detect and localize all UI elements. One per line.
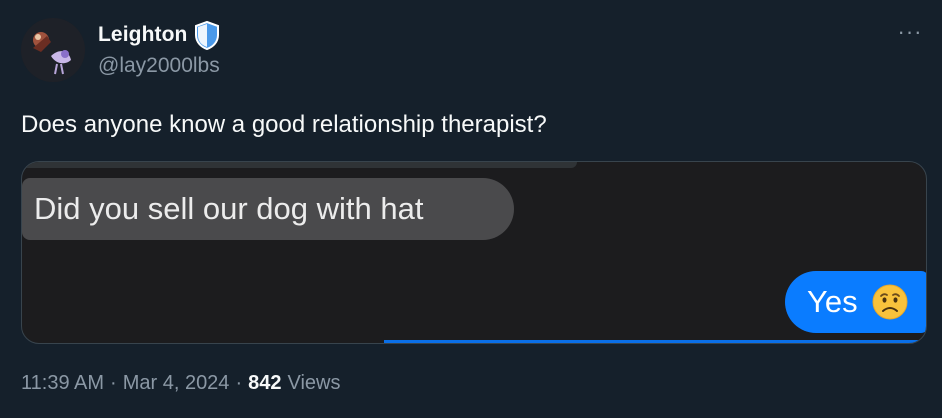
display-name[interactable]: Leighton (98, 23, 187, 47)
tweet-container: Leighton @lay2000lbs ··· Does anyone kno… (0, 0, 942, 418)
tweet-time[interactable]: 11:39 AM (21, 372, 104, 395)
media-bottom-strip (384, 340, 926, 343)
media-top-strip (22, 162, 577, 168)
worried-face-emoji-icon (872, 284, 908, 320)
meta-separator: · (110, 372, 117, 394)
more-options-button[interactable]: ··· (896, 19, 924, 44)
avatar[interactable] (21, 18, 85, 82)
sent-message-bubble: Yes (785, 271, 926, 333)
received-message-text: Did you sell our dog with hat (34, 191, 424, 226)
sent-message-text: Yes (807, 284, 858, 319)
received-message-bubble: Did you sell our dog with hat (22, 178, 514, 240)
tweet-text: Does anyone know a good relationship the… (21, 111, 547, 138)
avatar-icon (21, 18, 85, 82)
author-handle[interactable]: @lay2000lbs (98, 54, 220, 78)
meta-separator: · (235, 372, 243, 394)
views-count[interactable]: 842 (248, 372, 281, 395)
verified-badge-icon[interactable] (193, 20, 221, 51)
views-label[interactable]: Views (287, 372, 340, 395)
author-name-row[interactable]: Leighton (98, 20, 221, 51)
tweet-media-image[interactable]: Did you sell our dog with hat Yes (21, 161, 927, 344)
tweet-date[interactable]: Mar 4, 2024 (123, 372, 230, 395)
tweet-meta: 11:39 AM · Mar 4, 2024 · 842 Views (21, 372, 340, 395)
more-icon: ··· (897, 19, 923, 44)
